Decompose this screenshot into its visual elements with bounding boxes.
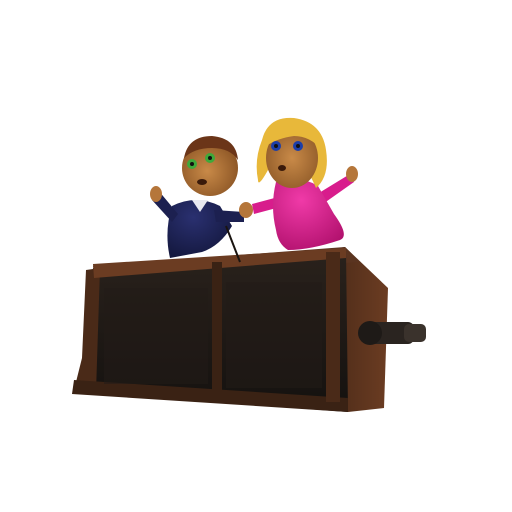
box-frame-left [74,268,100,392]
girl-figurine [252,117,358,250]
box-panel-right [226,282,322,388]
wooden-music-box [72,247,388,412]
box-frame-center-post [212,262,222,392]
girl-right-hand [346,166,358,182]
box-panel-left [104,288,208,384]
boy-left-pupil [190,162,194,166]
crank-base [358,321,382,345]
boy-right-hand [239,202,253,218]
girl-left-pupil [274,144,278,148]
music-box-scene [72,117,426,412]
box-frame-right-post [326,252,340,402]
boy-mouth [197,179,207,185]
girl-right-pupil [296,144,300,148]
boy-right-pupil [208,156,212,160]
crank-handle [358,321,426,345]
crank-knob [404,324,426,342]
girl-mouth [278,165,286,171]
boy-left-hand [150,186,162,202]
boy-figurine [150,136,253,263]
